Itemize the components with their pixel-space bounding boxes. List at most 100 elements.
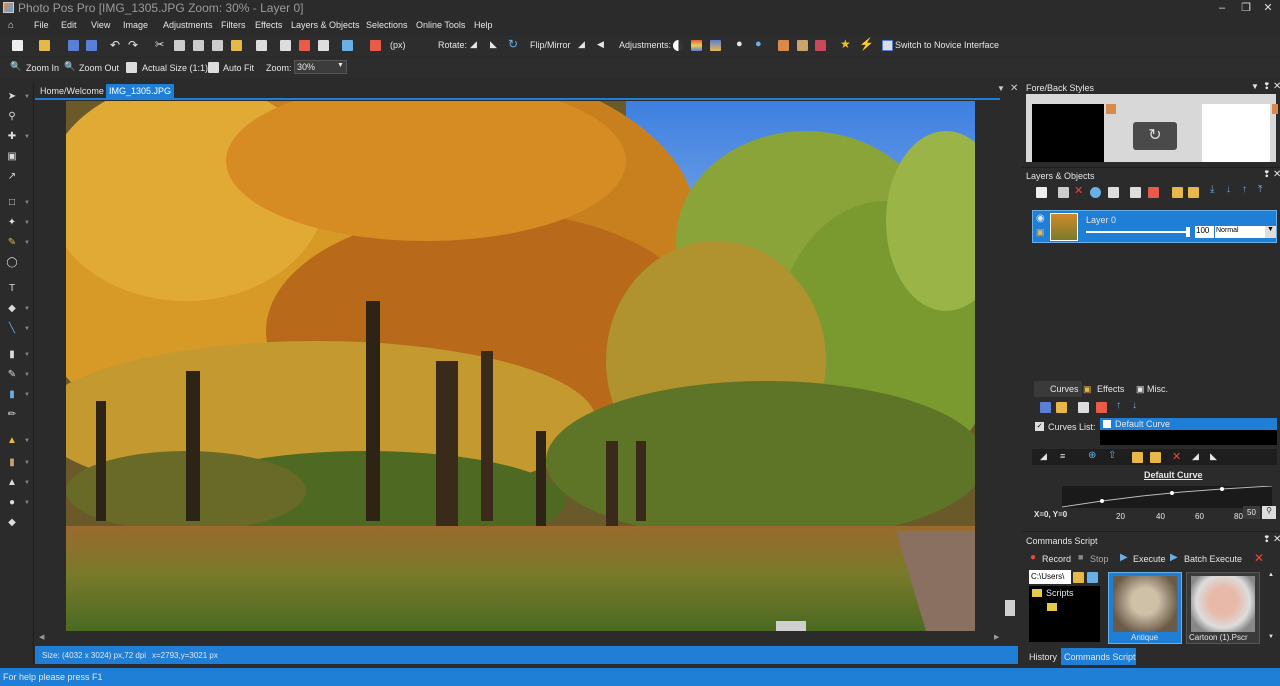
levels-icon[interactable] (710, 40, 721, 51)
curve-graph[interactable] (1061, 485, 1273, 508)
menu-effects[interactable]: Effects (255, 20, 282, 30)
auto-fit-icon[interactable] (208, 62, 219, 73)
curve-pen-icon[interactable]: ◢ (1040, 451, 1047, 462)
record-icon[interactable]: ● (1030, 552, 1036, 563)
blend-mode[interactable]: Normal (1215, 226, 1265, 238)
layer-fx2-icon[interactable] (1188, 187, 1199, 198)
menu-help[interactable]: Help (474, 20, 493, 30)
cut-icon[interactable]: ✂ (155, 38, 164, 51)
opacity-handle[interactable] (1186, 227, 1190, 237)
rotate-right-icon[interactable]: ◣ (490, 39, 497, 50)
grid2-icon[interactable] (299, 40, 310, 51)
redo-icon[interactable]: ↷ (128, 38, 138, 52)
dup-layer-icon[interactable] (1058, 187, 1069, 198)
open-icon[interactable] (39, 40, 50, 51)
panel-dock-icon[interactable]: ❢ (1263, 169, 1271, 180)
flip-h-icon[interactable]: ◢ (578, 39, 585, 50)
curve-up2-icon[interactable]: ⇧ (1108, 450, 1116, 461)
drop-icon[interactable]: ● (736, 38, 743, 50)
cloud-icon[interactable] (1087, 572, 1098, 583)
panel-dock-icon[interactable]: ❢ (1263, 534, 1271, 545)
tab-commands-script[interactable]: Commands Script (1061, 648, 1136, 665)
color-balance-icon[interactable] (691, 40, 702, 51)
tab-misc[interactable]: Misc. (1147, 384, 1168, 394)
merge-icon[interactable] (1090, 187, 1101, 198)
new-icon[interactable] (12, 40, 23, 51)
blend-chevron-icon[interactable]: ▼ (1265, 226, 1276, 238)
magic-wand-icon[interactable]: ✦ (5, 216, 19, 228)
brush-tool-icon[interactable]: ✎ (5, 368, 19, 380)
grid3-icon[interactable] (318, 40, 329, 51)
layer-row[interactable]: ◉ ▣ Layer 0 100 Normal ▼ (1032, 210, 1277, 243)
load-curve-icon[interactable] (1056, 402, 1067, 413)
paste-new-icon[interactable] (231, 40, 242, 51)
batch-icon[interactable]: ▶ (1170, 552, 1178, 563)
stamp-tool-icon[interactable]: ▲ (5, 434, 19, 446)
minimize-button[interactable]: – (1210, 0, 1234, 17)
save-curve-icon[interactable] (1040, 402, 1051, 413)
subfolder-icon[interactable] (1047, 603, 1057, 611)
maximize-button[interactable]: ❐ (1234, 0, 1258, 17)
panel-close-icon[interactable]: ✕ (1273, 534, 1280, 545)
record-button[interactable]: Record (1042, 554, 1071, 564)
curve-flip2-icon[interactable]: ◣ (1210, 451, 1217, 462)
stop-icon[interactable]: ■ (1078, 552, 1083, 562)
curve-add-icon[interactable]: ⊕ (1088, 450, 1096, 461)
copy-merged-icon[interactable] (193, 40, 204, 51)
undo-icon[interactable]: ↶ (110, 38, 120, 52)
script-path[interactable]: C:\Users\ (1029, 570, 1071, 584)
delete-script-icon[interactable]: ✕ (1254, 551, 1264, 565)
menu-filters[interactable]: Filters (221, 20, 246, 30)
image-canvas[interactable] (66, 101, 975, 631)
menu-adjustments[interactable]: Adjustments (163, 20, 213, 30)
tab-history[interactable]: History (1029, 652, 1057, 662)
tab-effects[interactable]: Effects (1097, 384, 1124, 394)
menu-image[interactable]: Image (123, 20, 148, 30)
menu-view[interactable]: View (91, 20, 110, 30)
smudge-tool-icon[interactable]: ▮ (5, 456, 19, 468)
eraser-tool-icon[interactable]: ▮ (5, 388, 19, 400)
script-thumb-cartoon[interactable]: Cartoon (1).Pscr (1186, 572, 1260, 644)
effect1-icon[interactable] (778, 40, 789, 51)
panel-dock-icon[interactable]: ❢ (1263, 81, 1271, 92)
lock-icon[interactable]: ▣ (1036, 227, 1045, 238)
layer-props-icon[interactable] (1130, 187, 1141, 198)
zoom-in-button[interactable]: Zoom In (26, 63, 59, 73)
curve-up-icon[interactable]: ↑ (1116, 400, 1121, 411)
star-icon[interactable]: ★ (840, 37, 851, 51)
curve-paste-icon[interactable] (1150, 452, 1161, 463)
close-tab-icon[interactable]: ✕ (1010, 83, 1018, 94)
rotate-left-icon[interactable]: ◢ (470, 39, 477, 50)
flatten-icon[interactable] (1108, 187, 1119, 198)
water-icon[interactable]: ● (755, 38, 762, 50)
pointer-tool-icon[interactable]: ➤ (5, 90, 19, 102)
rotate-free-icon[interactable]: ↻ (508, 37, 518, 51)
menu-selections[interactable]: Selections (366, 20, 408, 30)
execute-icon[interactable]: ▶ (1120, 552, 1128, 563)
save-as-icon[interactable] (86, 40, 97, 51)
scripts-folder[interactable]: Scripts (1046, 588, 1074, 598)
novice-icon[interactable] (882, 40, 893, 51)
unit-select[interactable]: (px) (390, 40, 406, 50)
new-curve-icon[interactable] (1078, 402, 1089, 413)
vertical-scrollbar[interactable] (1003, 101, 1017, 631)
script-folders[interactable]: Scripts (1029, 586, 1100, 642)
text-tool-icon[interactable]: T (5, 282, 19, 294)
crop-tool-icon[interactable]: ▣ (5, 150, 19, 162)
speech-tool-icon[interactable]: ● (5, 496, 19, 508)
panel-close-icon[interactable]: ✕ (1273, 169, 1280, 180)
move-bottom-icon[interactable]: ⤓ (1210, 184, 1214, 195)
move-top-icon[interactable]: ⤒ (1258, 184, 1262, 195)
tab-image[interactable]: IMG_1305.JPG (106, 84, 175, 98)
novice-switch[interactable]: Switch to Novice Interface (895, 40, 999, 50)
crop-icon[interactable] (256, 40, 267, 51)
background-swatch[interactable] (1202, 104, 1270, 162)
curves-list[interactable]: Default Curve (1100, 418, 1277, 445)
fill-tool-icon[interactable]: ▮ (5, 348, 19, 360)
actual-size-icon[interactable] (126, 62, 137, 73)
horizontal-scrollbar[interactable]: ◀ ▶ (37, 632, 1002, 644)
paste-icon[interactable] (212, 40, 223, 51)
dodge-tool-icon[interactable]: ▲ (5, 476, 19, 488)
zoom-in-icon[interactable]: 🔍 (10, 61, 21, 72)
home-icon[interactable]: ⌂ (8, 20, 18, 31)
